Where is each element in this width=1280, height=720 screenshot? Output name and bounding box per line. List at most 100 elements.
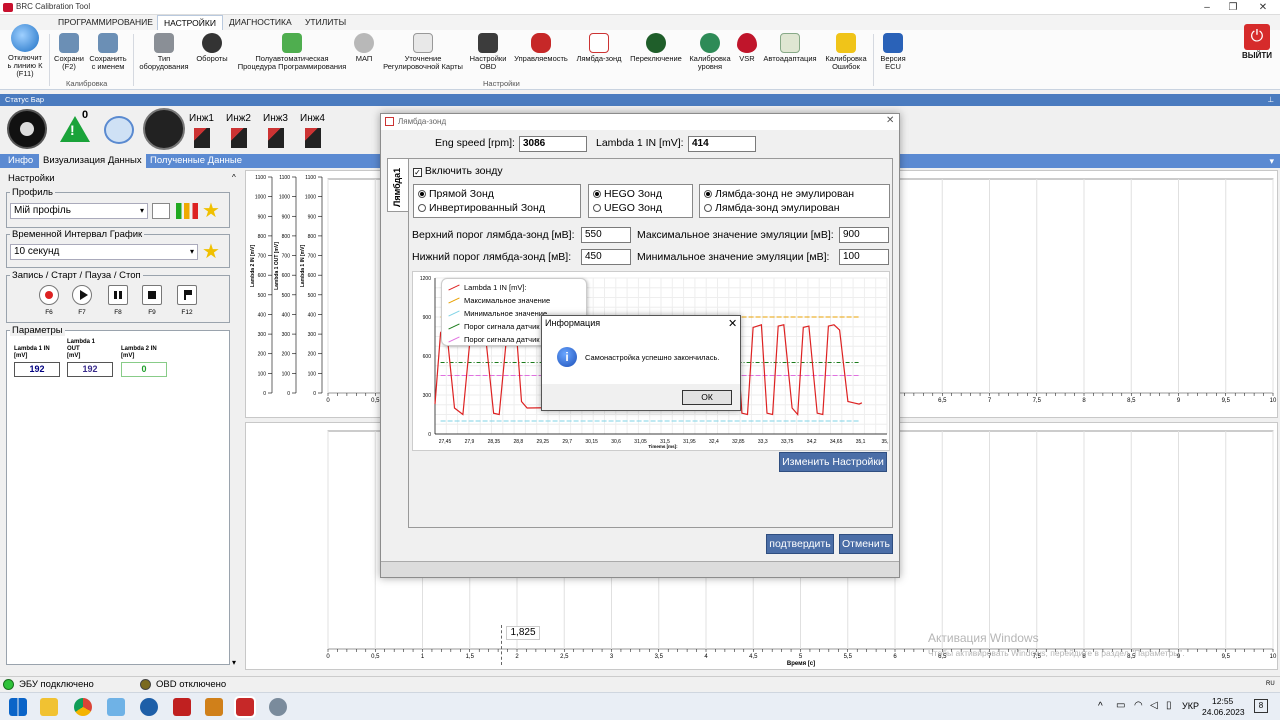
close-button[interactable]: ✕ [1250, 0, 1276, 15]
level-calibration-button[interactable]: Калибровка уровня [686, 33, 734, 71]
radio-direct-probe[interactable]: Прямой Зонд [418, 188, 494, 200]
exit-button[interactable]: ⏻ ВЫЙТИ [1238, 24, 1276, 60]
profile-list-icon[interactable] [152, 203, 170, 219]
x-tick-label: 7,5 [1033, 398, 1042, 404]
change-settings-button[interactable]: Изменить Настройки [779, 452, 887, 472]
language-indicator[interactable]: УКР [1182, 701, 1199, 711]
save-button[interactable]: Сохрани (F2) [50, 33, 88, 71]
equipment-type-button[interactable]: Тип оборудования [136, 33, 192, 71]
play-button[interactable] [72, 285, 92, 305]
lambda1-side-tab[interactable]: Лямбда1 [387, 158, 409, 212]
x-tick-label: 10 [1270, 398, 1277, 404]
scroll-down-icon[interactable]: ▾ [232, 658, 236, 667]
app-icon[interactable] [269, 698, 287, 716]
legend-swatch [448, 323, 460, 330]
equipment-label-2: оборудования [139, 62, 189, 71]
subtab-received-data[interactable]: Полученные Данные [146, 154, 246, 168]
tab-settings[interactable]: НАСТРОЙКИ [157, 15, 223, 30]
bottom-status-bar: ЭБУ подключено OBD отключено RU [0, 676, 1280, 692]
subtab-info[interactable]: Инфо [4, 154, 37, 168]
obd-settings-button[interactable]: Настройки OBD [467, 33, 509, 71]
injector-2-label: Инж2 [226, 113, 251, 124]
rpm-button[interactable]: Обороты [193, 33, 231, 63]
pause-button[interactable] [108, 285, 128, 305]
chevron-down-icon[interactable]: ▾ [1269, 156, 1274, 167]
cancel-button[interactable]: Отменить [839, 534, 893, 554]
maximize-button[interactable]: ❐ [1220, 0, 1246, 15]
battery-icon[interactable]: ▯ [1166, 700, 1172, 711]
map-button[interactable]: МАП [350, 33, 378, 63]
app-icon[interactable] [173, 698, 191, 716]
semi-auto-programming-button[interactable]: Полуавтоматическая Процедура Программиро… [233, 33, 351, 71]
wifi-icon[interactable]: ◠ [1134, 700, 1143, 711]
save-as-button[interactable]: Сохранить с именем [87, 33, 129, 71]
radio-emulated[interactable]: Лямбда-зонд эмулирован [704, 202, 840, 214]
app-icon[interactable] [107, 698, 125, 716]
ok-button[interactable]: ОК [682, 390, 732, 405]
radio-label: Прямой Зонд [429, 188, 494, 200]
profile-select[interactable]: Мій профіль ▾ [10, 203, 148, 219]
tab-utilities[interactable]: УТИЛИТЫ [299, 15, 352, 30]
chrome-icon[interactable] [74, 698, 92, 716]
collapse-icon[interactable]: ^ [232, 173, 236, 182]
injector-1-icon [194, 128, 210, 148]
brc-app-icon[interactable] [234, 696, 256, 718]
info-close-button[interactable]: ✕ [728, 317, 737, 330]
confirm-button[interactable]: подтвердить [766, 534, 834, 554]
clock-date[interactable]: 24.06.2023 [1202, 707, 1245, 717]
upper-threshold-input[interactable]: 550 [581, 227, 631, 243]
explorer-icon[interactable] [40, 698, 58, 716]
legend-label: Минимальное значение [464, 309, 548, 318]
volume-icon[interactable]: ◁ [1150, 700, 1158, 711]
error-calibration-button[interactable]: Калибровка Ошибок [821, 33, 871, 71]
drivability-button[interactable]: Управляемость [510, 33, 572, 63]
interval-select[interactable]: 10 секунд ▾ [10, 244, 198, 260]
clock-time[interactable]: 12:55 [1212, 696, 1233, 706]
minimize-button[interactable]: – [1194, 0, 1220, 15]
start-icon[interactable] [9, 698, 27, 716]
x-tick-label: 28,8 [513, 439, 523, 445]
map-refine-button[interactable]: Уточнение Регулировочной Карты [378, 33, 468, 71]
cursor-line[interactable] [501, 625, 502, 665]
radio-not-emulated[interactable]: Лямбда-зонд не эмулирован [704, 188, 854, 200]
signal-bars-icon [176, 203, 198, 219]
map-label: МАП [355, 54, 373, 63]
tab-programming[interactable]: ПРОГРАММИРОВАНИЕ [52, 15, 159, 30]
tray-chevron-icon[interactable]: ^ [1098, 701, 1103, 712]
legend-label: Lambda 1 IN [mV]: [464, 283, 527, 292]
vsr-button[interactable]: VSR [735, 33, 759, 63]
radio-uego-probe[interactable]: UEGO Зонд [593, 202, 662, 214]
dialog-close-button[interactable]: ✕ [886, 115, 894, 126]
obd-status-icon [140, 679, 151, 690]
subtab-data-visualization[interactable]: Визуализация Данных [39, 154, 146, 168]
max-emulation-input[interactable]: 900 [839, 227, 889, 243]
enable-probe-checkbox[interactable]: ✓ Включить зонду [413, 165, 503, 177]
auto-adaptation-button[interactable]: Автоадаптация [759, 33, 821, 63]
disconnect-button[interactable]: Отключит ь линию К (F11) [2, 24, 48, 78]
x-tick-label: 29,7 [562, 439, 572, 445]
notification-icon[interactable]: 8 [1254, 699, 1268, 713]
star-icon[interactable]: ★ [202, 198, 220, 223]
x-tick-label: 4,5 [749, 654, 758, 660]
x-tick-label: 28,35 [488, 439, 501, 445]
lower-threshold-input[interactable]: 450 [581, 249, 631, 265]
key-search-icon[interactable] [104, 116, 134, 144]
pin-icon[interactable]: ⊥ [1267, 94, 1274, 106]
radio-inverted-probe[interactable]: Инвертированный Зонд [418, 202, 545, 214]
switching-button[interactable]: Переключение [626, 33, 686, 63]
flag-button[interactable] [177, 285, 197, 305]
radio-hego-probe[interactable]: HEGO Зонд [593, 188, 662, 200]
app-icon[interactable] [140, 698, 158, 716]
ecu-version-button[interactable]: Версия ECU [875, 33, 911, 71]
app-icon[interactable] [205, 698, 223, 716]
save-as-label-2: с именем [91, 62, 125, 71]
record-button[interactable] [39, 285, 59, 305]
star-icon[interactable]: ★ [202, 239, 220, 264]
stop-button[interactable] [142, 285, 162, 305]
obd-label-2: OBD [479, 62, 497, 71]
lambda-probe-button[interactable]: Лямбда-зонд [572, 33, 626, 63]
x-tick-label: 3,5 [655, 654, 664, 660]
network-icon[interactable]: ▭ [1116, 700, 1125, 711]
min-emulation-input[interactable]: 100 [839, 249, 889, 265]
tab-diagnostics[interactable]: ДИАГНОСТИКА [223, 15, 298, 30]
